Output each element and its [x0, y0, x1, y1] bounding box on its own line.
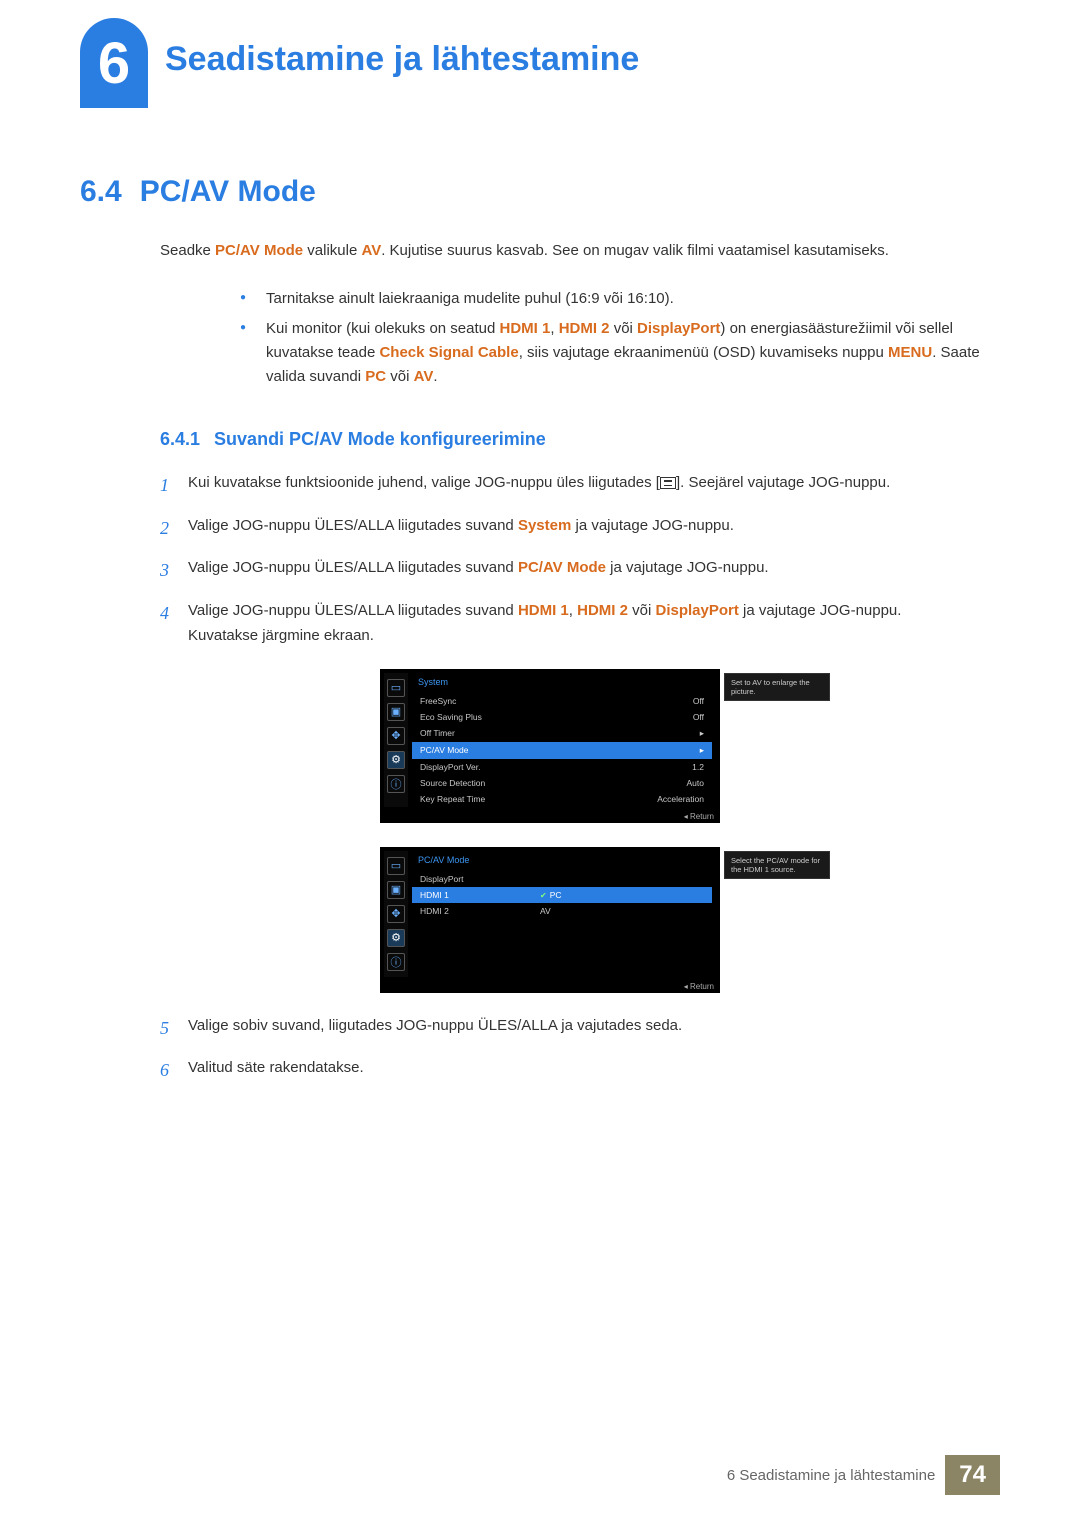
- subsection-title-text: Suvandi PC/AV Mode konfigureerimine: [214, 429, 546, 449]
- osd-title: PC/AV Mode: [412, 851, 532, 871]
- content-area: 6.4 PC/AV Mode Seadke PC/AV Mode valikule…: [80, 175, 1000, 1098]
- check-icon: ✔: [540, 891, 547, 900]
- info-icon: ⓘ: [387, 775, 405, 793]
- step-item: 3 Valige JOG-nuppu ÜLES/ALLA liigutades …: [160, 555, 1000, 586]
- osd-main-panel: System FreeSyncOff Eco Saving PlusOff Of…: [408, 673, 716, 807]
- step-item: 6 Valitud säte rakendatakse.: [160, 1055, 1000, 1086]
- bullet-item: ● Tarnitakse ainult laiekraaniga mudelit…: [240, 287, 1000, 311]
- highlight-pcav: PC/AV Mode: [215, 242, 303, 259]
- step-number: 5: [160, 1013, 188, 1044]
- osd-screenshots: ▭ ▣ ✥ ⚙ ⓘ System FreeSyncOff Eco Saving …: [380, 669, 1000, 993]
- osd-option-selected[interactable]: ✔PC: [532, 887, 712, 903]
- step-item: 2 Valige JOG-nuppu ÜLES/ALLA liigutades …: [160, 513, 1000, 544]
- step-item: 5 Valige sobiv suvand, liigutades JOG-nu…: [160, 1013, 1000, 1044]
- osd-source-item-selected[interactable]: HDMI 1: [412, 887, 532, 903]
- osd-option[interactable]: AV: [532, 903, 712, 919]
- step-number: 6: [160, 1055, 188, 1086]
- osd-source-column: PC/AV Mode DisplayPort HDMI 1 HDMI 2: [412, 851, 532, 977]
- step-number: 4: [160, 598, 188, 649]
- picture-icon: ▭: [387, 857, 405, 875]
- bullet-dot-icon: ●: [240, 317, 246, 389]
- step-item: 4 Valige JOG-nuppu ÜLES/ALLA liigutades …: [160, 598, 1000, 649]
- steps-list-cont: 5 Valige sobiv suvand, liigutades JOG-nu…: [160, 1013, 1000, 1086]
- display-icon: ▣: [387, 703, 405, 721]
- step-number: 3: [160, 555, 188, 586]
- osd-row[interactable]: Eco Saving PlusOff: [412, 709, 712, 725]
- bullet-item: ● Kui monitor (kui olekuks on seatud HDM…: [240, 317, 1000, 389]
- osd-tooltip: Set to AV to enlarge the picture.: [724, 673, 830, 701]
- osd-sidebar-icons: ▭ ▣ ✥ ⚙ ⓘ: [384, 851, 408, 977]
- menu-icon: [660, 477, 676, 489]
- step-number: 1: [160, 470, 188, 501]
- osd-source-item[interactable]: HDMI 2: [412, 903, 532, 919]
- osd-source-item[interactable]: DisplayPort: [412, 871, 532, 887]
- osd-row[interactable]: Key Repeat TimeAcceleration: [412, 791, 712, 807]
- step-item: 1 Kui kuvatakse funktsioonide juhend, va…: [160, 470, 1000, 501]
- osd-sidebar-icons: ▭ ▣ ✥ ⚙ ⓘ: [384, 673, 408, 807]
- step-number: 2: [160, 513, 188, 544]
- bullet-dot-icon: ●: [240, 287, 246, 311]
- steps-list: 1 Kui kuvatakse funktsioonide juhend, va…: [160, 470, 1000, 649]
- highlight-av: AV: [361, 242, 381, 259]
- osd-title: System: [412, 673, 712, 693]
- picture-icon: ▭: [387, 679, 405, 697]
- osd-row[interactable]: DisplayPort Ver.1.2: [412, 759, 712, 775]
- osd-row[interactable]: FreeSyncOff: [412, 693, 712, 709]
- osd-row[interactable]: Source DetectionAuto: [412, 775, 712, 791]
- resize-icon: ✥: [387, 727, 405, 745]
- osd-tooltip: Select the PC/AV mode for the HDMI 1 sou…: [724, 851, 830, 879]
- osd-pcav-menu: ▭ ▣ ✥ ⚙ ⓘ PC/AV Mode DisplayPort HDMI 1 …: [380, 847, 720, 993]
- osd-row-selected[interactable]: PC/AV Mode▸: [412, 742, 712, 759]
- footer-chapter-text: 6 Seadistamine ja lähtestamine: [727, 1467, 945, 1484]
- gear-icon: ⚙: [387, 751, 405, 769]
- page-footer: 6 Seadistamine ja lähtestamine 74: [727, 1455, 1000, 1495]
- section-heading: 6.4 PC/AV Mode: [80, 175, 1000, 209]
- info-icon: ⓘ: [387, 953, 405, 971]
- chapter-title: Seadistamine ja lähtestamine: [165, 40, 639, 79]
- subsection-heading: 6.4.1 Suvandi PC/AV Mode konfigureerimine: [160, 429, 1000, 450]
- chapter-number: 6: [98, 30, 130, 97]
- section-number: 6.4: [80, 175, 122, 208]
- page-number-badge: 74: [945, 1455, 1000, 1495]
- osd-return-label[interactable]: Return: [684, 812, 714, 821]
- intro-paragraph: Seadke PC/AV Mode valikule AV. Kujutise …: [160, 239, 1000, 263]
- gear-icon: ⚙: [387, 929, 405, 947]
- section-title-text: PC/AV Mode: [140, 175, 316, 208]
- subsection-number: 6.4.1: [160, 429, 200, 449]
- osd-row[interactable]: Off Timer▸: [412, 725, 712, 742]
- display-icon: ▣: [387, 881, 405, 899]
- osd-option-column: ✔PC AV: [532, 851, 712, 977]
- bullet-list: ● Tarnitakse ainult laiekraaniga mudelit…: [240, 287, 1000, 389]
- osd-return-label[interactable]: Return: [684, 982, 714, 991]
- chapter-badge: 6: [80, 18, 148, 108]
- resize-icon: ✥: [387, 905, 405, 923]
- osd-system-menu: ▭ ▣ ✥ ⚙ ⓘ System FreeSyncOff Eco Saving …: [380, 669, 720, 823]
- osd-main-panel: PC/AV Mode DisplayPort HDMI 1 HDMI 2 ✔PC…: [408, 851, 716, 977]
